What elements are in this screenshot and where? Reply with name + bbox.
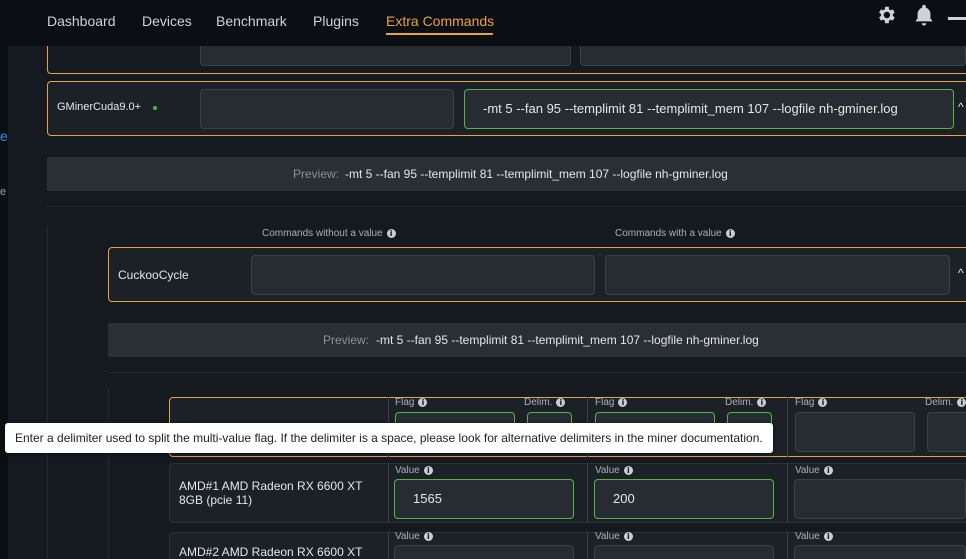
nav-dashboard[interactable]: Dashboard xyxy=(47,13,116,29)
info-icon: i xyxy=(418,397,428,407)
value-input-1[interactable]: 1565 xyxy=(394,479,574,519)
col-header-without: Commands without a value i xyxy=(262,228,396,239)
active-tab-underline xyxy=(386,33,493,35)
info-icon: i xyxy=(618,397,628,407)
info-icon: i xyxy=(423,465,433,475)
divider xyxy=(47,206,966,207)
nav-extra-commands[interactable]: Extra Commands xyxy=(386,13,494,29)
gminer-with-value: -mt 5 --fan 95 --templimit 81 --templimi… xyxy=(483,101,898,116)
gminer-with-value-input[interactable]: -mt 5 --fan 95 --templimit 81 --templimi… xyxy=(464,89,954,129)
info-icon: i xyxy=(757,397,767,407)
nav-benchmark[interactable]: Benchmark xyxy=(216,13,287,29)
chevron-up-icon[interactable]: ^ xyxy=(958,266,964,280)
gminer-without-value-input[interactable] xyxy=(200,89,454,129)
preview-value: -mt 5 --fan 95 --templimit 81 --templimi… xyxy=(376,333,759,347)
value-label: Value i xyxy=(395,531,433,542)
cuckoo-name: CuckooCycle xyxy=(118,268,189,282)
device-name: AMD#1 AMD Radeon RX 6600 XT 8GB (pcie 11… xyxy=(179,479,363,507)
info-icon: i xyxy=(556,397,566,407)
value-input-1[interactable] xyxy=(394,545,574,559)
flag-label: Flag i xyxy=(595,397,628,408)
col-sep xyxy=(388,463,389,523)
flag-label: Flag i xyxy=(795,397,828,408)
value-label: Value i xyxy=(595,531,633,542)
col-sep xyxy=(587,463,588,523)
gminer-name: GMinerCuda9.0+ xyxy=(57,101,142,113)
delim-label: Delim. i xyxy=(725,397,767,408)
top-nav: Dashboard Devices Benchmark Plugins Extr… xyxy=(0,0,966,46)
info-icon: i xyxy=(623,465,633,475)
nest-guide xyxy=(108,387,109,559)
info-icon: i xyxy=(957,397,966,407)
nav-plugins[interactable]: Plugins xyxy=(313,13,359,29)
delim-label: Delim. i xyxy=(524,397,566,408)
value-input-3[interactable] xyxy=(794,545,966,559)
prev-row-border xyxy=(47,46,966,74)
col-sep xyxy=(787,397,788,457)
flag-label: Flag i xyxy=(395,397,428,408)
nav-devices[interactable]: Devices xyxy=(142,13,192,29)
value-input-3[interactable] xyxy=(794,479,966,519)
gear-icon[interactable] xyxy=(875,4,897,26)
value-label: Value i xyxy=(795,465,833,476)
cuckoo-preview: Preview: -mt 5 --fan 95 --templimit 81 -… xyxy=(108,323,966,357)
value-label: Value i xyxy=(795,531,833,542)
value-label: Value i xyxy=(395,465,433,476)
gminer-preview: Preview: -mt 5 --fan 95 --templimit 81 -… xyxy=(47,157,966,191)
info-icon: i xyxy=(725,228,735,238)
delimiter-tooltip: Enter a delimiter used to split the mult… xyxy=(5,423,773,453)
info-icon: i xyxy=(623,531,633,541)
delim-input-3[interactable] xyxy=(927,412,966,452)
nest-guide xyxy=(47,226,48,559)
value-input-2[interactable]: 200 xyxy=(594,479,774,519)
left-strip: e e xyxy=(0,46,8,559)
cuckoo-with-value-input[interactable] xyxy=(605,255,950,295)
delim-label: Delim. i xyxy=(925,397,966,408)
bell-icon[interactable] xyxy=(913,3,935,27)
preview-label: Preview: xyxy=(293,167,340,181)
left-strip-text-2: e xyxy=(0,186,7,198)
col-header-with: Commands with a value i xyxy=(615,228,735,239)
cuckoo-without-value-input[interactable] xyxy=(251,255,595,295)
status-dot-icon xyxy=(153,106,157,110)
value-label: Value i xyxy=(595,465,633,476)
divider xyxy=(108,372,966,373)
preview-value: -mt 5 --fan 95 --templimit 81 --templimi… xyxy=(345,167,728,181)
info-icon: i xyxy=(423,531,433,541)
device-name: AMD#2 AMD Radeon RX 6600 XT xyxy=(179,545,363,559)
col-sep xyxy=(587,532,588,559)
value-input-2[interactable] xyxy=(594,545,774,559)
col-sep xyxy=(388,532,389,559)
preview-label: Preview: xyxy=(323,333,370,347)
flag-input-3[interactable] xyxy=(795,412,915,452)
value-text: 200 xyxy=(613,491,635,506)
info-icon: i xyxy=(818,397,828,407)
left-strip-text: e xyxy=(0,128,8,144)
minimize-icon[interactable] xyxy=(948,17,966,20)
info-icon: i xyxy=(823,465,833,475)
col-sep xyxy=(787,532,788,559)
value-text: 1565 xyxy=(413,491,442,506)
info-icon: i xyxy=(823,531,833,541)
chevron-up-icon[interactable]: ^ xyxy=(958,100,964,114)
col-sep xyxy=(787,463,788,523)
info-icon: i xyxy=(386,228,396,238)
